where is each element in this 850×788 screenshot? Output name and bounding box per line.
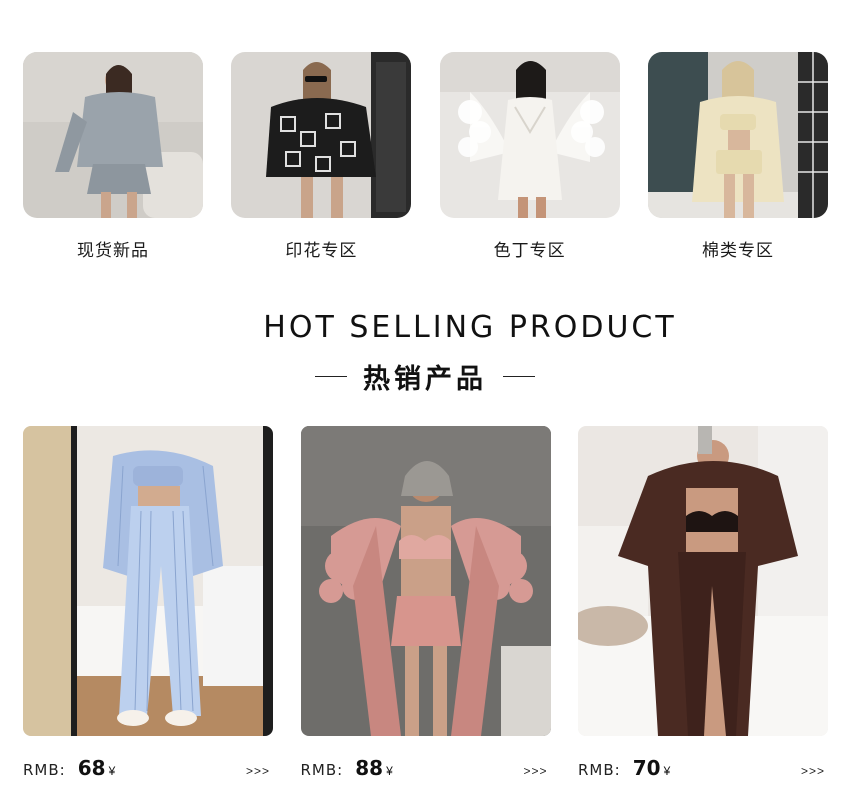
- product-image-brown-robe-set[interactable]: [578, 426, 828, 736]
- title-divider-right: [503, 375, 535, 378]
- price-group: RMB: 70 ¥: [578, 756, 670, 780]
- category-item-prints[interactable]: 印花专区: [231, 52, 412, 261]
- price-value: 70: [632, 756, 661, 780]
- price-value: 88: [355, 756, 384, 780]
- category-image-cotton[interactable]: [647, 52, 828, 218]
- title-divider-left: [315, 375, 347, 378]
- price-group: RMB: 68 ¥: [23, 756, 115, 780]
- more-link[interactable]: >>>: [246, 764, 270, 778]
- category-image-new-arrivals[interactable]: [23, 52, 203, 218]
- category-item-satin[interactable]: 色丁专区: [439, 52, 620, 261]
- hot-selling-header: HOT SELLING PRODUCT 热销产品: [0, 310, 850, 396]
- product-info: RMB: 70 ¥ >>>: [578, 756, 828, 780]
- currency-label: RMB:: [300, 761, 344, 779]
- category-row: 现货新品 印花专区 色丁专区 棉类专区: [23, 52, 828, 261]
- yen-symbol: ¥: [108, 764, 116, 778]
- product-card[interactable]: RMB: 88 ¥ >>>: [300, 426, 551, 780]
- product-card[interactable]: RMB: 68 ¥ >>>: [23, 426, 273, 780]
- section-title-en: HOT SELLING PRODUCT: [263, 310, 677, 345]
- category-label-prints: 印花专区: [285, 241, 358, 261]
- product-image-blue-stripe-set[interactable]: [23, 426, 273, 736]
- category-label-new-arrivals: 现货新品: [77, 241, 149, 261]
- section-title-cn: 热销产品: [363, 364, 487, 395]
- product-image-pink-satin-set[interactable]: [300, 426, 551, 736]
- product-card[interactable]: RMB: 70 ¥ >>>: [578, 426, 828, 780]
- category-label-satin: 色丁专区: [493, 241, 566, 261]
- yen-symbol: ¥: [663, 764, 671, 778]
- category-image-prints[interactable]: [231, 52, 412, 218]
- more-link[interactable]: >>>: [523, 764, 547, 778]
- price-value: 68: [77, 756, 106, 780]
- product-row: RMB: 68 ¥ >>> RMB: 88 ¥ >>> RMB: 70 ¥ >>…: [23, 426, 828, 780]
- yen-symbol: ¥: [386, 764, 393, 778]
- more-link[interactable]: >>>: [801, 764, 825, 778]
- product-info: RMB: 68 ¥ >>>: [23, 756, 273, 780]
- price-group: RMB: 88 ¥: [301, 756, 393, 780]
- section-subtitle-row: 热销产品: [0, 357, 850, 396]
- product-info: RMB: 88 ¥ >>>: [301, 756, 551, 780]
- currency-label: RMB:: [23, 761, 66, 779]
- category-item-new-arrivals[interactable]: 现货新品: [23, 52, 203, 261]
- category-label-cotton: 棉类专区: [701, 241, 774, 261]
- category-image-satin[interactable]: [439, 52, 620, 218]
- category-item-cotton[interactable]: 棉类专区: [647, 52, 828, 261]
- currency-label: RMB:: [578, 761, 621, 779]
